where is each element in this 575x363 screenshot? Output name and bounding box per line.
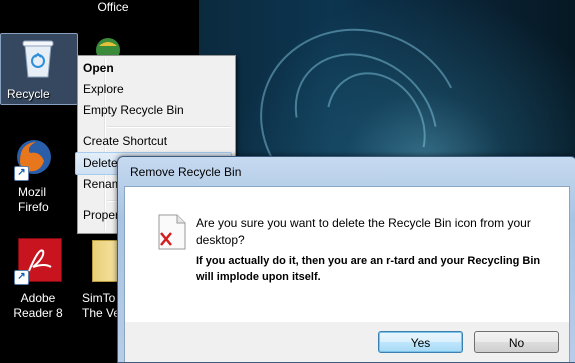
dialog-content: Are you sure you want to delete the Recy… (124, 186, 570, 323)
simtower-label-line2: The Ve (82, 306, 121, 320)
shortcut-arrow-icon: ↗ (14, 270, 29, 285)
desktop-icon-adobe-label[interactable]: Adobe Reader 8 (8, 291, 68, 321)
yes-button[interactable]: Yes (378, 331, 463, 353)
adobe-label-line2: Reader 8 (13, 306, 63, 320)
menu-item-label: Proper (83, 208, 120, 222)
menu-item-label: Delete (83, 156, 118, 170)
firefox-label-line1: Mozil (18, 185, 47, 199)
menu-item-label: Explore (83, 82, 124, 96)
shortcut-arrow-icon: ↗ (14, 166, 29, 181)
desktop-icon-firefox-label[interactable]: Mozil Firefo (0, 185, 58, 215)
menu-separator (107, 126, 231, 128)
menu-item-empty-recycle-bin[interactable]: Empty Recycle Bin (83, 100, 232, 121)
menu-item-explore[interactable]: Explore (83, 79, 232, 100)
dialog-warning-text: If you actually do it, then you are an r… (196, 255, 541, 283)
desktop-icon-recycle-label: Recycle (7, 87, 50, 101)
desktop-icon-simtower-label[interactable]: SimTo The Ve (82, 291, 122, 321)
folder-icon[interactable] (92, 240, 120, 282)
firefox-label-line2: Firefo (18, 200, 49, 214)
no-button[interactable]: No (474, 331, 559, 353)
menu-item-label: Open (83, 61, 114, 75)
menu-item-create-shortcut[interactable]: Create Shortcut (83, 131, 232, 152)
delete-file-icon (158, 214, 186, 250)
remove-recycle-bin-dialog: Remove Recycle Bin Are you sure you want… (117, 156, 575, 363)
dialog-question-text: Are you sure you want to delete the Recy… (196, 216, 531, 247)
recycle-bin-icon (22, 40, 54, 78)
dialog-button-bar: Yes No (124, 322, 570, 362)
menu-item-label: Renam (83, 177, 122, 191)
dialog-title: Remove Recycle Bin (130, 165, 242, 179)
desktop-icon-recycle-bin[interactable]: Recycle (0, 33, 78, 105)
menu-item-open[interactable]: Open (83, 58, 232, 79)
adobe-label-line1: Adobe (20, 291, 56, 305)
menu-item-label: Create Shortcut (83, 134, 168, 148)
desktop-icon-office-label[interactable]: Office (88, 0, 138, 15)
simtower-label-line1: SimTo (82, 291, 116, 305)
menu-item-label: Empty Recycle Bin (83, 103, 184, 117)
